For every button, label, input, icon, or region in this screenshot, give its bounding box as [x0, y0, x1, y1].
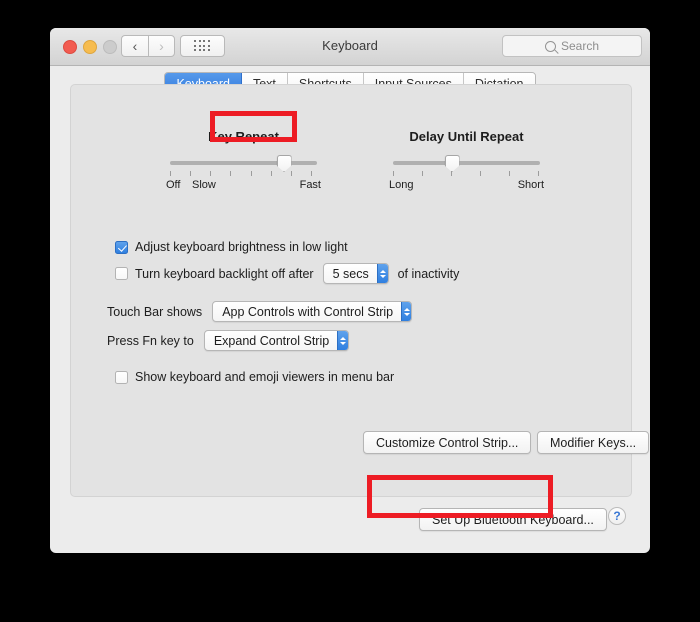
backlight-timeout-value: 5 secs [332, 266, 369, 281]
touch-bar-shows-row: Touch Bar shows App Controls with Contro… [107, 301, 413, 322]
search-icon [544, 40, 556, 52]
key-repeat-labels: Off Slow Fast [166, 179, 321, 193]
delay-until-repeat-title: Delay Until Repeat [409, 129, 524, 144]
key-repeat-thumb[interactable] [276, 155, 292, 172]
key-repeat-label-slow: Slow [192, 179, 216, 191]
stepper-up-down-icon[interactable] [401, 302, 412, 321]
help-button[interactable]: ? [608, 507, 626, 525]
delay-label-long: Long [389, 179, 414, 191]
stepper-up-down-icon[interactable] [337, 331, 348, 350]
key-repeat-label-fast: Fast [299, 179, 321, 191]
key-repeat-slider[interactable] [166, 155, 321, 172]
set-up-bluetooth-keyboard-button[interactable]: Set Up Bluetooth Keyboard... [419, 508, 607, 531]
key-repeat-label-off: Off [166, 179, 181, 191]
key-repeat-track [170, 161, 317, 165]
stepper-up-down-icon[interactable] [376, 264, 388, 283]
show-viewers-label: Show keyboard and emoji viewers in menu … [135, 370, 395, 384]
backlight-timeout-popup[interactable]: 5 secs [322, 263, 389, 284]
show-viewers-checkbox[interactable] [115, 370, 128, 384]
touch-bar-shows-popup[interactable]: App Controls with Control Strip [212, 301, 413, 322]
delay-until-repeat-track [393, 161, 540, 165]
backlight-timeout-checkbox[interactable] [115, 267, 128, 280]
key-repeat-slider-group: Key Repeat Off Slow Fast [166, 129, 321, 193]
customize-control-strip-button[interactable]: Customize Control Strip... [363, 431, 532, 454]
delay-until-repeat-slider[interactable] [389, 155, 544, 172]
backlight-timeout-row[interactable]: Turn keyboard backlight off after 5 secs… [115, 263, 459, 284]
adjust-brightness-checkbox[interactable] [115, 240, 128, 254]
press-fn-key-label: Press Fn key to [107, 333, 194, 348]
backlight-timeout-suffix: of inactivity [397, 266, 460, 281]
keyboard-preferences-window: ‹ › Keyboard Search Keyboard Text Shortc… [50, 28, 650, 553]
adjust-brightness-label: Adjust keyboard brightness in low light [135, 240, 348, 254]
press-fn-key-popup[interactable]: Expand Control Strip [203, 330, 349, 351]
window-titlebar: ‹ › Keyboard Search [50, 28, 650, 66]
search-input[interactable]: Search [502, 35, 642, 57]
delay-until-repeat-slider-group: Delay Until Repeat Long Short [389, 129, 544, 193]
delay-until-repeat-ticks [389, 171, 544, 178]
modifier-keys-button[interactable]: Modifier Keys... [537, 431, 650, 454]
press-fn-key-value: Expand Control Strip [213, 333, 330, 348]
delay-label-short: Short [517, 179, 544, 191]
touch-bar-shows-value: App Controls with Control Strip [222, 304, 394, 319]
backlight-timeout-label: Turn keyboard backlight off after [135, 266, 314, 281]
search-placeholder: Search [560, 39, 600, 53]
key-repeat-title: Key Repeat [208, 129, 279, 144]
show-viewers-row[interactable]: Show keyboard and emoji viewers in menu … [115, 370, 394, 384]
press-fn-key-row: Press Fn key to Expand Control Strip [107, 330, 349, 351]
delay-until-repeat-thumb[interactable] [444, 155, 460, 172]
adjust-brightness-row[interactable]: Adjust keyboard brightness in low light [115, 240, 348, 254]
delay-until-repeat-labels: Long Short [389, 179, 544, 193]
touch-bar-shows-label: Touch Bar shows [107, 304, 203, 319]
key-repeat-ticks [166, 171, 321, 178]
